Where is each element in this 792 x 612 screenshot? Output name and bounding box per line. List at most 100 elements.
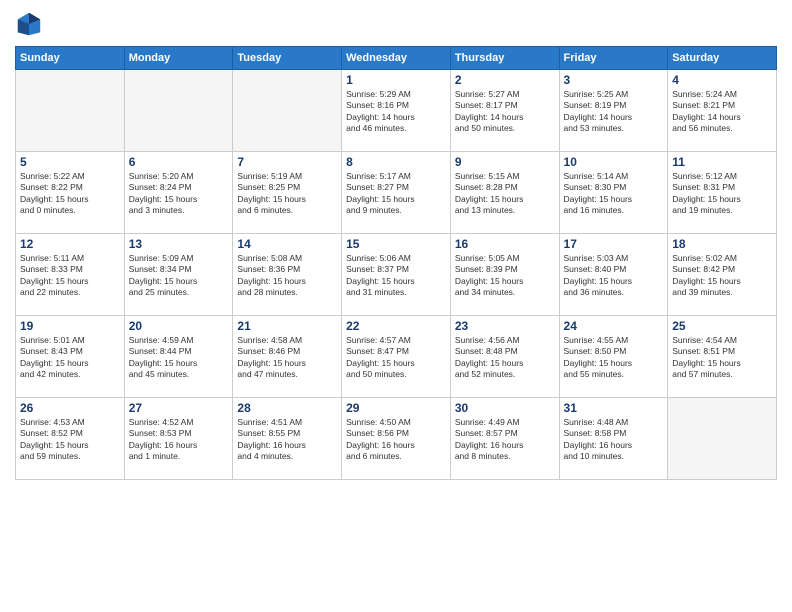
calendar-cell: 18 Sunrise: 5:02 AM Sunset: 8:42 PM Dayli… [668,234,777,316]
day-info: Sunrise: 4:49 AM Sunset: 8:57 PM Dayligh… [455,417,555,463]
day-info: Sunrise: 5:20 AM Sunset: 8:24 PM Dayligh… [129,171,229,217]
calendar-cell: 4 Sunrise: 5:24 AM Sunset: 8:21 PM Daylig… [668,70,777,152]
day-info: Sunrise: 5:22 AM Sunset: 8:22 PM Dayligh… [20,171,120,217]
day-number: 1 [346,73,446,87]
day-info: Sunrise: 4:48 AM Sunset: 8:58 PM Dayligh… [564,417,664,463]
day-number: 2 [455,73,555,87]
calendar-cell: 25 Sunrise: 4:54 AM Sunset: 8:51 PM Dayli… [668,316,777,398]
calendar-cell [124,70,233,152]
day-number: 12 [20,237,120,251]
day-number: 28 [237,401,337,415]
day-number: 8 [346,155,446,169]
day-info: Sunrise: 5:27 AM Sunset: 8:17 PM Dayligh… [455,89,555,135]
day-info: Sunrise: 5:05 AM Sunset: 8:39 PM Dayligh… [455,253,555,299]
day-number: 10 [564,155,664,169]
day-number: 15 [346,237,446,251]
day-number: 24 [564,319,664,333]
day-number: 18 [672,237,772,251]
day-number: 14 [237,237,337,251]
day-info: Sunrise: 5:01 AM Sunset: 8:43 PM Dayligh… [20,335,120,381]
day-info: Sunrise: 5:12 AM Sunset: 8:31 PM Dayligh… [672,171,772,217]
calendar-cell: 13Sunrise: 5:09 AM Sunset: 8:34 PM Dayli… [124,234,233,316]
calendar-cell: 3Sunrise: 5:25 AM Sunset: 8:19 PM Daylig… [559,70,668,152]
day-number: 26 [20,401,120,415]
day-info: Sunrise: 5:24 AM Sunset: 8:21 PM Dayligh… [672,89,772,135]
calendar-cell: 11 Sunrise: 5:12 AM Sunset: 8:31 PM Dayli… [668,152,777,234]
day-number: 3 [564,73,664,87]
calendar-cell: 30 Sunrise: 4:49 AM Sunset: 8:57 PM Dayli… [450,398,559,480]
day-info: Sunrise: 4:58 AM Sunset: 8:46 PM Dayligh… [237,335,337,381]
day-number: 29 [346,401,446,415]
day-info: Sunrise: 4:51 AM Sunset: 8:55 PM Dayligh… [237,417,337,463]
calendar-cell: 27 Sunrise: 4:52 AM Sunset: 8:53 PM Dayli… [124,398,233,480]
day-info: Sunrise: 5:09 AM Sunset: 8:34 PM Dayligh… [129,253,229,299]
day-info: Sunrise: 4:52 AM Sunset: 8:53 PM Dayligh… [129,417,229,463]
calendar-cell: 29 Sunrise: 4:50 AM Sunset: 8:56 PM Dayli… [342,398,451,480]
calendar-cell: 19 Sunrise: 5:01 AM Sunset: 8:43 PM Dayli… [16,316,125,398]
day-info: Sunrise: 5:17 AM Sunset: 8:27 PM Dayligh… [346,171,446,217]
calendar-cell: 22 Sunrise: 4:57 AM Sunset: 8:47 PM Dayli… [342,316,451,398]
calendar-cell: 10 Sunrise: 5:14 AM Sunset: 8:30 PM Dayli… [559,152,668,234]
calendar-cell [233,70,342,152]
page-container: SundayMondayTuesdayWednesdayThursdayFrid… [0,0,792,490]
day-number: 16 [455,237,555,251]
day-info: Sunrise: 4:56 AM Sunset: 8:48 PM Dayligh… [455,335,555,381]
calendar-cell: 26 Sunrise: 4:53 AM Sunset: 8:52 PM Dayli… [16,398,125,480]
day-number: 30 [455,401,555,415]
calendar-cell: 15 Sunrise: 5:06 AM Sunset: 8:37 PM Dayli… [342,234,451,316]
calendar-cell: 7 Sunrise: 5:19 AM Sunset: 8:25 PM Daylig… [233,152,342,234]
day-info: Sunrise: 5:08 AM Sunset: 8:36 PM Dayligh… [237,253,337,299]
day-number: 19 [20,319,120,333]
calendar-header-row: SundayMondayTuesdayWednesdayThursdayFrid… [16,47,777,70]
day-number: 25 [672,319,772,333]
day-info: Sunrise: 5:19 AM Sunset: 8:25 PM Dayligh… [237,171,337,217]
calendar-cell: 17Sunrise: 5:03 AM Sunset: 8:40 PM Dayli… [559,234,668,316]
calendar-cell: 21 Sunrise: 4:58 AM Sunset: 8:46 PM Dayli… [233,316,342,398]
calendar-cell [668,398,777,480]
day-number: 22 [346,319,446,333]
day-info: Sunrise: 5:03 AM Sunset: 8:40 PM Dayligh… [564,253,664,299]
calendar-week-row: 12 Sunrise: 5:11 AM Sunset: 8:33 PM Dayli… [16,234,777,316]
calendar-cell: 6 Sunrise: 5:20 AM Sunset: 8:24 PM Daylig… [124,152,233,234]
day-number: 4 [672,73,772,87]
day-number: 31 [564,401,664,415]
day-number: 6 [129,155,229,169]
calendar-cell: 12 Sunrise: 5:11 AM Sunset: 8:33 PM Dayli… [16,234,125,316]
day-number: 11 [672,155,772,169]
calendar-cell: 16 Sunrise: 5:05 AM Sunset: 8:39 PM Dayli… [450,234,559,316]
calendar-cell: 8 Sunrise: 5:17 AM Sunset: 8:27 PM Daylig… [342,152,451,234]
day-info: Sunrise: 4:54 AM Sunset: 8:51 PM Dayligh… [672,335,772,381]
day-info: Sunrise: 4:59 AM Sunset: 8:44 PM Dayligh… [129,335,229,381]
day-info: Sunrise: 4:57 AM Sunset: 8:47 PM Dayligh… [346,335,446,381]
col-header-thursday: Thursday [450,47,559,70]
col-header-friday: Friday [559,47,668,70]
calendar-cell [16,70,125,152]
calendar-cell: 23 Sunrise: 4:56 AM Sunset: 8:48 PM Dayli… [450,316,559,398]
day-info: Sunrise: 5:29 AM Sunset: 8:16 PM Dayligh… [346,89,446,135]
logo [15,10,45,38]
day-number: 21 [237,319,337,333]
day-number: 5 [20,155,120,169]
calendar-week-row: 5 Sunrise: 5:22 AM Sunset: 8:22 PM Daylig… [16,152,777,234]
day-info: Sunrise: 4:55 AM Sunset: 8:50 PM Dayligh… [564,335,664,381]
calendar-cell: 20Sunrise: 4:59 AM Sunset: 8:44 PM Dayli… [124,316,233,398]
calendar-cell: 24 Sunrise: 4:55 AM Sunset: 8:50 PM Dayli… [559,316,668,398]
page-header [15,10,777,38]
calendar-week-row: 1 Sunrise: 5:29 AM Sunset: 8:16 PM Daylig… [16,70,777,152]
col-header-saturday: Saturday [668,47,777,70]
day-info: Sunrise: 4:53 AM Sunset: 8:52 PM Dayligh… [20,417,120,463]
day-info: Sunrise: 5:14 AM Sunset: 8:30 PM Dayligh… [564,171,664,217]
calendar-table: SundayMondayTuesdayWednesdayThursdayFrid… [15,46,777,480]
col-header-sunday: Sunday [16,47,125,70]
day-number: 9 [455,155,555,169]
day-number: 23 [455,319,555,333]
day-number: 27 [129,401,229,415]
col-header-tuesday: Tuesday [233,47,342,70]
calendar-cell: 14 Sunrise: 5:08 AM Sunset: 8:36 PM Dayli… [233,234,342,316]
day-info: Sunrise: 5:02 AM Sunset: 8:42 PM Dayligh… [672,253,772,299]
day-info: Sunrise: 5:11 AM Sunset: 8:33 PM Dayligh… [20,253,120,299]
calendar-cell: 28 Sunrise: 4:51 AM Sunset: 8:55 PM Dayli… [233,398,342,480]
day-info: Sunrise: 4:50 AM Sunset: 8:56 PM Dayligh… [346,417,446,463]
day-info: Sunrise: 5:06 AM Sunset: 8:37 PM Dayligh… [346,253,446,299]
day-number: 7 [237,155,337,169]
